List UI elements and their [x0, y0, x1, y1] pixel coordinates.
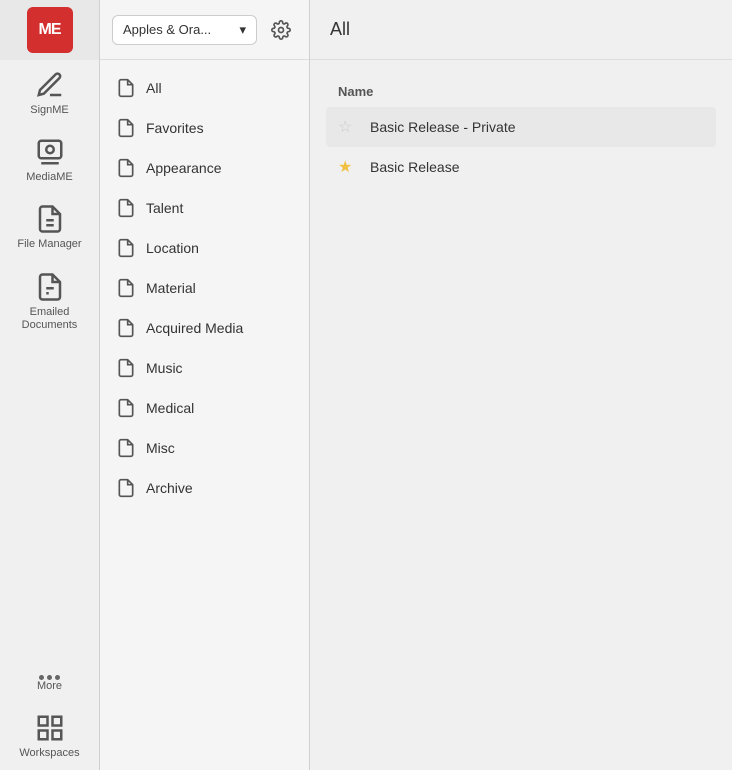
menu-item-label-talent: Talent [146, 200, 183, 216]
doc-icon-acquired-media [116, 318, 136, 338]
logo-area: ME [0, 0, 99, 60]
media-icon [35, 137, 65, 167]
star-icon-empty[interactable]: ☆ [338, 117, 358, 137]
sidebar-item-label-more: More [37, 680, 62, 693]
file-manager-icon [35, 204, 65, 234]
doc-icon-all [116, 78, 136, 98]
doc-icon-favorites [116, 118, 136, 138]
menu-item-acquired-media[interactable]: Acquired Media [100, 308, 309, 348]
star-icon-filled[interactable]: ★ [338, 157, 358, 177]
menu-header: Apples & Ora... ▾ [100, 0, 309, 60]
sidebar-item-label-emailed-documents: Emailed Documents [4, 306, 95, 332]
menu-item-material[interactable]: Material [100, 268, 309, 308]
menu-item-label-all: All [146, 80, 162, 96]
column-name-header: Name [338, 84, 373, 99]
menu-item-appearance[interactable]: Appearance [100, 148, 309, 188]
workspace-dropdown[interactable]: Apples & Ora... ▾ [112, 15, 257, 45]
main-content: All Name ☆ Basic Release - Private ★ Bas… [310, 0, 732, 770]
menu-item-label-appearance: Appearance [146, 160, 222, 176]
doc-icon-talent [116, 198, 136, 218]
table-row[interactable]: ☆ Basic Release - Private [326, 107, 716, 147]
row-name: Basic Release - Private [370, 119, 516, 135]
chevron-down-icon: ▾ [239, 22, 246, 38]
menu-item-archive[interactable]: Archive [100, 468, 309, 508]
menu-panel: Apples & Ora... ▾ All Favorites [100, 0, 310, 770]
menu-item-favorites[interactable]: Favorites [100, 108, 309, 148]
menu-item-label-archive: Archive [146, 480, 193, 496]
gear-icon [271, 20, 291, 40]
doc-icon-music [116, 358, 136, 378]
menu-item-medical[interactable]: Medical [100, 388, 309, 428]
menu-item-label-acquired-media: Acquired Media [146, 320, 243, 336]
menu-item-talent[interactable]: Talent [100, 188, 309, 228]
sidebar-item-sign-me[interactable]: SignME [0, 60, 99, 127]
table-row[interactable]: ★ Basic Release [326, 147, 716, 187]
sidebar-item-media-me[interactable]: MediaME [0, 127, 99, 194]
sidebar-item-more[interactable]: More [0, 665, 99, 703]
menu-item-label-medical: Medical [146, 400, 194, 416]
doc-icon-material [116, 278, 136, 298]
menu-item-label-music: Music [146, 360, 183, 376]
menu-item-misc[interactable]: Misc [100, 428, 309, 468]
menu-item-location[interactable]: Location [100, 228, 309, 268]
sidebar-item-label-file-manager: File Manager [17, 238, 81, 251]
sidebar: ME SignME MediaME File Manager [0, 0, 100, 770]
column-header: Name [326, 76, 716, 107]
doc-icon-archive [116, 478, 136, 498]
pen-icon [35, 70, 65, 100]
workspace-name: Apples & Ora... [123, 22, 211, 37]
doc-icon-location [116, 238, 136, 258]
grid-icon [35, 713, 65, 743]
emailed-docs-icon [35, 272, 65, 302]
sidebar-item-file-manager[interactable]: File Manager [0, 194, 99, 261]
settings-button[interactable] [265, 14, 297, 46]
sidebar-item-workspaces[interactable]: Workspaces [0, 703, 99, 770]
menu-item-all[interactable]: All [100, 68, 309, 108]
menu-item-label-material: Material [146, 280, 196, 296]
content-area: Name ☆ Basic Release - Private ★ Basic R… [310, 60, 732, 203]
menu-item-music[interactable]: Music [100, 348, 309, 388]
sidebar-item-label-sign-me: SignME [30, 104, 69, 117]
doc-icon-medical [116, 398, 136, 418]
main-header: All [310, 0, 732, 60]
doc-icon-appearance [116, 158, 136, 178]
row-name: Basic Release [370, 159, 460, 175]
sidebar-item-label-workspaces: Workspaces [19, 747, 79, 760]
menu-list: All Favorites Appearance Talent [100, 60, 309, 516]
menu-item-label-misc: Misc [146, 440, 175, 456]
page-title: All [330, 19, 350, 40]
doc-icon-misc [116, 438, 136, 458]
menu-item-label-favorites: Favorites [146, 120, 204, 136]
sidebar-item-emailed-documents[interactable]: Emailed Documents [0, 262, 99, 342]
sidebar-item-label-media-me: MediaME [26, 171, 72, 184]
menu-item-label-location: Location [146, 240, 199, 256]
app-logo: ME [27, 7, 73, 53]
